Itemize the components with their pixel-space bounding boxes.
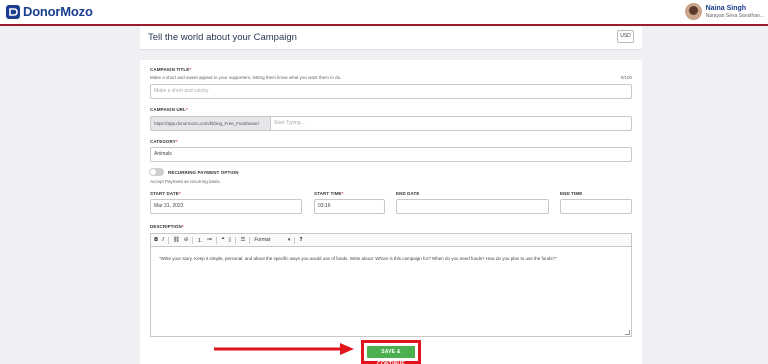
top-navbar: DonorMozo Naina Singh Narayan Seva Sanst… [0, 0, 768, 26]
required-marker: * [178, 191, 181, 196]
description-editor: B I ⛓ ⊘ ⒈ ≔ ❝ ▯ ☰ Format ▾ ? "Write your… [150, 233, 632, 337]
required-marker: * [181, 224, 184, 229]
toolbar-divider [216, 236, 218, 244]
campaign-title-counter: 0/100 [620, 75, 632, 80]
category-label: CATEGORY* [150, 139, 178, 144]
user-name: Naina Singh [705, 4, 747, 12]
logo-text: DonorMozo [23, 4, 93, 19]
recurring-payment-label: RECURRING PAYMENT OPTION [168, 170, 239, 175]
currency-badge[interactable]: USD [617, 30, 634, 43]
description-textarea[interactable]: "Write your story. Keep it simple, perso… [151, 247, 631, 270]
blockquote-icon[interactable]: ❝ [221, 237, 224, 243]
end-time-input[interactable] [560, 199, 632, 214]
start-time-label: START TIME* [314, 191, 344, 196]
bold-button[interactable]: B [154, 237, 158, 243]
start-time-input[interactable]: 03:16 [314, 199, 385, 214]
code-block-icon[interactable]: ▯ [228, 237, 231, 243]
recurring-payment-toggle[interactable] [149, 168, 164, 176]
campaign-title-input[interactable]: Make a short and catchy [150, 84, 632, 99]
required-marker: * [175, 139, 178, 144]
end-date-label: END DATE [396, 191, 420, 196]
format-dropdown[interactable]: Format ▾ [254, 237, 290, 243]
format-dropdown-label: Format [254, 237, 271, 243]
editor-toolbar: B I ⛓ ⊘ ⒈ ≔ ❝ ▯ ☰ Format ▾ ? [151, 234, 631, 247]
campaign-url-label: CAMPAIGN URL* [150, 107, 188, 112]
start-date-label-text: START DATE [150, 191, 179, 196]
save-and-continue-button[interactable]: SAVE & CONTINUE [367, 346, 415, 364]
description-label: DESCRIPTION* [150, 224, 184, 229]
campaign-title-label: CAMPAIGN TITLE* [150, 67, 191, 72]
user-menu[interactable]: Naina Singh Narayan Seva Sansthan... [684, 3, 764, 20]
donormozo-logo-icon [6, 4, 20, 19]
user-organization: Narayan Seva Sansthan... [705, 12, 764, 19]
campaign-header: Tell the world about your Campaign USD [140, 26, 642, 50]
campaign-title-hint: Make a short and sweet appeal to your su… [150, 75, 342, 80]
link-icon[interactable]: ⛓ [173, 237, 180, 243]
start-date-input[interactable]: Mar 31, 2023 [150, 199, 302, 214]
campaign-url-label-text: CAMPAIGN URL [150, 107, 186, 112]
logo[interactable]: DonorMozo [6, 4, 93, 19]
toolbar-divider [249, 236, 251, 244]
resize-handle-icon[interactable] [625, 330, 630, 335]
required-marker: * [341, 191, 344, 196]
start-time-label-text: START TIME [314, 191, 342, 196]
align-icon[interactable]: ☰ [240, 237, 245, 243]
campaign-title-label-text: CAMPAIGN TITLE [150, 67, 190, 72]
toolbar-divider [167, 236, 169, 244]
start-date-label: START DATE* [150, 191, 181, 196]
unlink-icon[interactable]: ⊘ [184, 237, 189, 243]
ordered-list-icon[interactable]: ⒈ [197, 236, 203, 244]
end-time-label: END TIME [560, 191, 583, 196]
category-label-text: CATEGORY [150, 139, 176, 144]
help-icon[interactable]: ? [299, 237, 302, 243]
toolbar-divider [235, 236, 237, 244]
campaign-url-input[interactable]: Start Typing... [270, 116, 632, 131]
pointer-arrow-icon [214, 343, 354, 355]
page-title: Tell the world about your Campaign [148, 32, 297, 43]
required-marker: * [185, 107, 188, 112]
chevron-down-icon: ▾ [287, 237, 291, 243]
avatar [684, 3, 702, 20]
toolbar-divider [192, 236, 194, 244]
required-marker: * [189, 67, 192, 72]
save-button-highlight: SAVE & CONTINUE [361, 340, 421, 364]
category-select[interactable]: Animals [150, 147, 632, 162]
campaign-url-prefix: https://app.donormozo.com/kf/ang_Free_Fu… [150, 116, 270, 131]
italic-button[interactable]: I [162, 237, 164, 243]
toolbar-divider [294, 236, 296, 244]
bullet-list-icon[interactable]: ≔ [207, 237, 213, 243]
end-date-input[interactable] [396, 199, 549, 214]
description-label-text: DESCRIPTION [150, 224, 182, 229]
recurring-payment-hint: Accept Payment as recurring basis. [150, 179, 221, 184]
campaign-form: CAMPAIGN TITLE* Make a short and sweet a… [140, 60, 642, 364]
